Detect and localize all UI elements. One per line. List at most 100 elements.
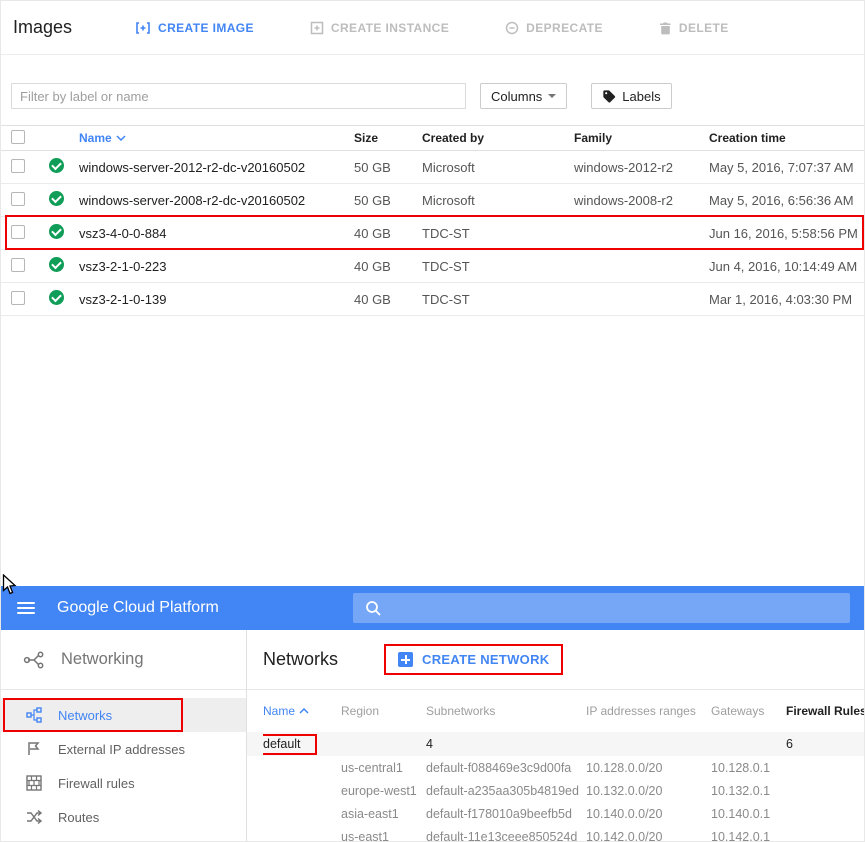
subnet-gateway: 10.132.0.1 <box>711 783 771 798</box>
search-input[interactable] <box>353 593 850 623</box>
sidebar-item-routes[interactable]: Routes <box>1 800 246 834</box>
column-header-subnetworks: Subnetworks <box>426 704 496 718</box>
subnet-ip-range: 10.140.0.0/20 <box>586 806 663 821</box>
column-header-family: Family <box>574 131 613 145</box>
subnet-row: europe-west1 default-a235aa305b4819ed 10… <box>247 779 864 802</box>
image-size: 40 GB <box>354 291 391 307</box>
subnet-id: default-f178010a9beefb5d <box>426 806 572 821</box>
networks-title: Networks <box>263 649 339 669</box>
subnet-row: asia-east1 default-f178010a9beefb5d 10.1… <box>247 802 864 825</box>
image-name-link[interactable]: vsz3-4-0-0-884 <box>79 226 354 241</box>
create-instance-label: CREATE INSTANCE <box>330 20 450 35</box>
networks-icon <box>26 707 42 723</box>
subnet-gateway: 10.128.0.1 <box>711 760 771 775</box>
create-network-button[interactable]: CREATE NETWORK <box>398 652 549 667</box>
table-row[interactable]: vsz3-2-1-0-223 40 GB TDC-ST Jun 4, 2016,… <box>1 250 864 283</box>
column-header-gateways: Gateways <box>711 704 765 718</box>
column-header-size: Size <box>354 131 379 145</box>
images-header: Images CREATE IMAGE CREATE INSTANCE DEPR… <box>1 1 864 55</box>
row-checkbox[interactable] <box>11 257 25 272</box>
image-name-link[interactable]: windows-server-2008-r2-dc-v20160502 <box>79 193 354 208</box>
create-network-label: CREATE NETWORK <box>422 652 550 667</box>
image-size: 40 GB <box>354 225 391 241</box>
ready-status-icon <box>49 290 64 305</box>
networks-header: Networks CREATE NETWORK <box>247 630 864 690</box>
deprecate-button[interactable]: DEPRECATE <box>505 21 603 35</box>
sidebar-item-external-ip[interactable]: External IP addresses <box>1 732 246 766</box>
subnet-id: default-11e13ceee850524d <box>426 829 578 842</box>
ready-status-icon <box>49 224 64 239</box>
row-checkbox[interactable] <box>11 191 25 206</box>
networking-page: Google Cloud Platform Networking Network… <box>1 586 864 842</box>
subnet-row: us-central1 default-f088469e3c9d00fa 10.… <box>247 756 864 779</box>
name-header-label: Name <box>263 704 296 718</box>
table-row[interactable]: windows-server-2008-r2-dc-v20160502 50 G… <box>1 184 864 217</box>
create-instance-icon <box>310 21 324 35</box>
image-name-link[interactable]: vsz3-2-1-0-223 <box>79 259 354 274</box>
trash-icon <box>659 21 672 35</box>
table-row[interactable]: vsz3-2-1-0-139 40 GB TDC-ST Mar 1, 2016,… <box>1 283 864 316</box>
subnet-region: us-east1 <box>341 829 389 842</box>
column-header-name[interactable]: Name <box>79 131 354 145</box>
create-image-icon <box>135 21 151 35</box>
firewall-icon <box>26 775 42 791</box>
image-name-link[interactable]: windows-server-2012-r2-dc-v20160502 <box>79 160 354 175</box>
deprecate-icon <box>505 21 519 35</box>
menu-icon[interactable] <box>17 602 35 614</box>
image-creation-time: Mar 1, 2016, 4:03:30 PM <box>709 291 853 307</box>
table-row-highlighted[interactable]: vsz3-4-0-0-884 40 GB TDC-ST Jun 16, 2016… <box>1 215 864 250</box>
gcp-appbar: Google Cloud Platform <box>1 586 864 630</box>
name-header-label: Name <box>79 131 112 145</box>
sidebar-item-label: External IP addresses <box>58 741 185 757</box>
columns-button[interactable]: Columns <box>480 83 568 109</box>
image-name-link[interactable]: vsz3-2-1-0-139 <box>79 292 354 307</box>
row-checkbox[interactable] <box>11 290 25 305</box>
row-checkbox[interactable] <box>11 158 25 173</box>
column-header-created-by: Created by <box>422 131 485 145</box>
sidebar-item-label: Firewall rules <box>58 775 135 791</box>
sidebar-header: Networking <box>1 630 246 690</box>
select-all-checkbox[interactable] <box>11 129 25 144</box>
row-checkbox[interactable] <box>11 224 25 239</box>
subnet-row: us-east1 default-11e13ceee850524d 10.142… <box>247 825 864 842</box>
sidebar-item-networks[interactable]: Networks <box>1 698 246 732</box>
networks-main: Networks CREATE NETWORK Name Region Subn… <box>247 630 864 842</box>
plus-icon <box>398 652 414 667</box>
table-row[interactable]: windows-server-2012-r2-dc-v20160502 50 G… <box>1 151 864 184</box>
images-table-header: Name Size Created by Family Creation tim… <box>1 125 864 151</box>
network-name-link[interactable]: default <box>263 733 317 755</box>
create-instance-button[interactable]: CREATE INSTANCE <box>310 21 449 35</box>
subnet-region: us-central1 <box>341 760 403 775</box>
subnet-region: asia-east1 <box>341 806 399 821</box>
column-header-ip-ranges: IP addresses ranges <box>586 704 696 718</box>
image-created-by: TDC-ST <box>422 258 470 274</box>
gcp-body: Networking Networks External IP addresse… <box>1 630 864 842</box>
external-ip-icon <box>26 741 42 757</box>
sort-desc-icon <box>116 135 126 141</box>
labels-button[interactable]: Labels <box>591 83 672 109</box>
network-row-default[interactable]: default 4 6 <box>247 732 864 756</box>
delete-button[interactable]: DELETE <box>659 21 729 35</box>
image-size: 50 GB <box>354 192 391 208</box>
subnet-ip-range: 10.142.0.0/20 <box>586 829 663 842</box>
create-image-label: CREATE IMAGE <box>158 20 254 35</box>
network-firewall-count: 6 <box>786 737 793 751</box>
filter-row: Columns Labels <box>1 83 864 109</box>
image-creation-time: May 5, 2016, 6:56:36 AM <box>709 192 854 208</box>
networking-icon <box>23 650 45 670</box>
image-size: 50 GB <box>354 159 391 175</box>
column-header-name[interactable]: Name <box>263 704 341 718</box>
sidebar: Networking Networks External IP addresse… <box>1 630 247 841</box>
subnet-gateway: 10.142.0.1 <box>711 829 771 842</box>
ready-status-icon <box>49 257 64 272</box>
image-creation-time: Jun 4, 2016, 10:14:49 AM <box>709 258 858 274</box>
subnet-ip-range: 10.132.0.0/20 <box>586 783 663 798</box>
screenshot-root: Images CREATE IMAGE CREATE INSTANCE DEPR… <box>0 0 865 842</box>
images-page: Images CREATE IMAGE CREATE INSTANCE DEPR… <box>1 1 864 316</box>
subnet-ip-range: 10.128.0.0/20 <box>586 760 663 775</box>
image-created-by: Microsoft <box>422 159 475 175</box>
create-image-button[interactable]: CREATE IMAGE <box>135 21 254 35</box>
sidebar-item-firewall-rules[interactable]: Firewall rules <box>1 766 246 800</box>
image-family: windows-2008-r2 <box>574 192 673 208</box>
filter-input[interactable] <box>11 83 466 109</box>
